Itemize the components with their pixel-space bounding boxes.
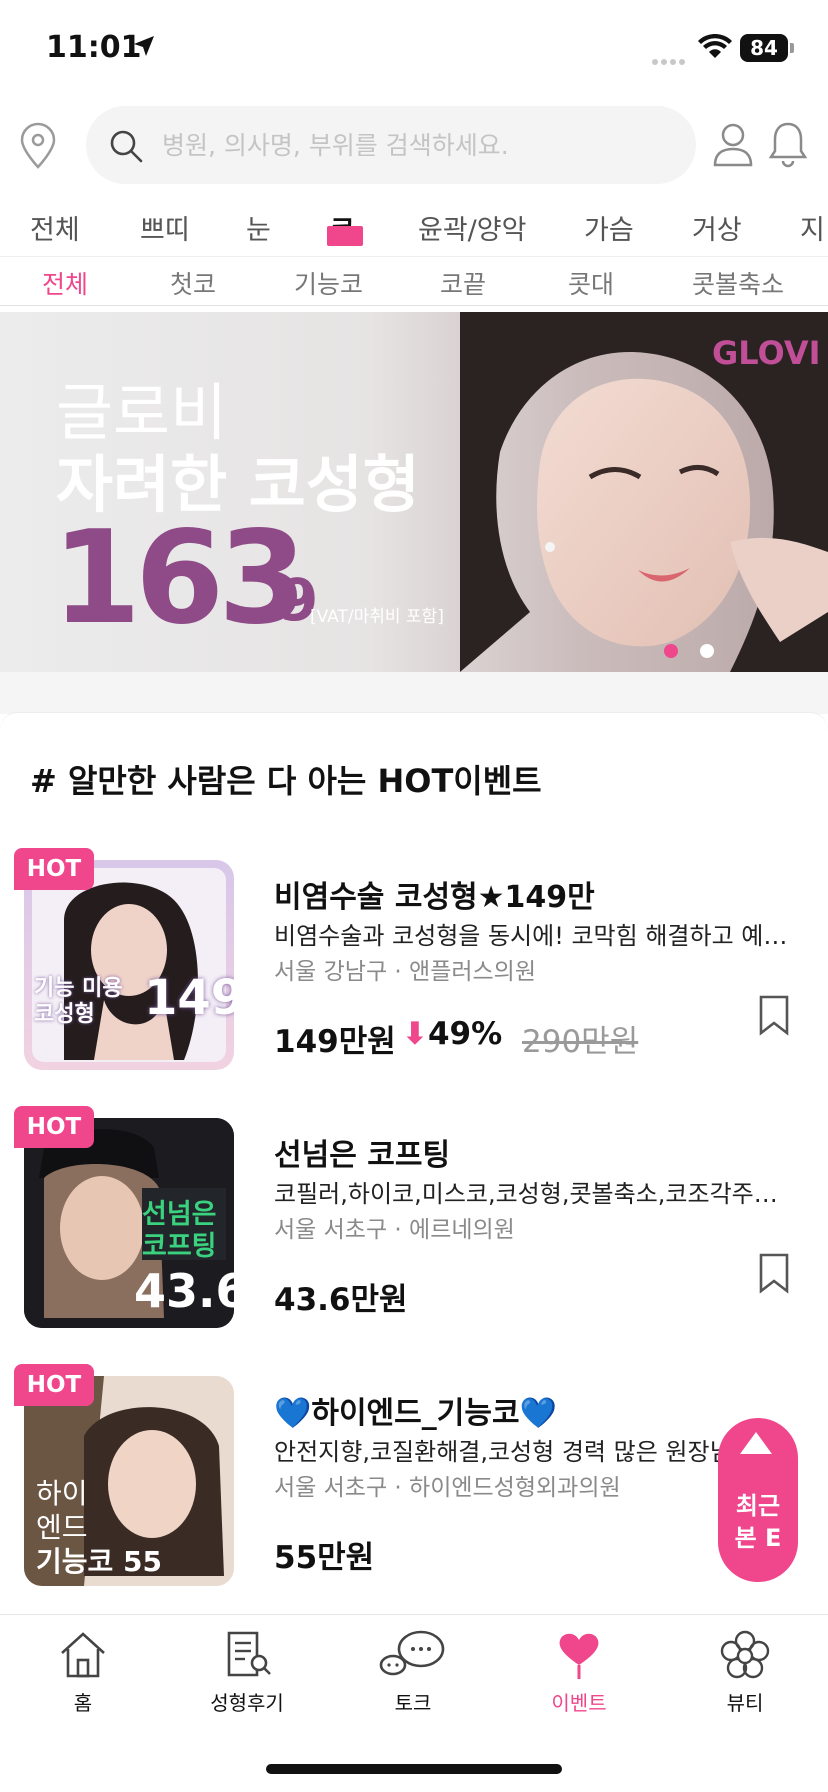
subtab-nose-bridge[interactable]: 콧대 bbox=[568, 265, 614, 301]
map-pin-icon[interactable] bbox=[18, 122, 58, 170]
section-divider bbox=[0, 672, 828, 714]
section-title: # 알만한 사람은 다 아는 HOT이벤트 bbox=[30, 762, 542, 800]
nav-talk[interactable]: 토크 bbox=[348, 1629, 478, 1716]
event-card-top bbox=[0, 712, 828, 752]
search-bar[interactable] bbox=[86, 106, 696, 184]
tab-more[interactable]: 지 bbox=[800, 208, 825, 247]
event-price: 43.6만원 bbox=[274, 1282, 408, 1318]
thumb-text-3: 43.6 bbox=[134, 1264, 234, 1318]
nav-event[interactable]: 이벤트 bbox=[514, 1629, 644, 1716]
user-profile-icon[interactable] bbox=[712, 122, 754, 168]
category-tabs: 전체 쁘띠 눈 코 윤곽/양악 가슴 거상 지 bbox=[0, 196, 828, 256]
active-tab-indicator bbox=[327, 226, 363, 246]
event-location: 서울 서초구 · 에르네의원 bbox=[274, 1217, 515, 1243]
status-bar: 11:01 84 bbox=[0, 0, 828, 100]
subtab-first-nose[interactable]: 첫코 bbox=[170, 265, 216, 301]
discount-value: 49% bbox=[427, 1016, 503, 1052]
promo-banner[interactable]: GLOVI 글로비 자려한 코성형 163 .9 [VAT/마취비 포함] bbox=[0, 312, 828, 672]
thumb-text-3: 기능코 55 bbox=[36, 1545, 162, 1578]
cellular-signal-icon bbox=[652, 50, 688, 69]
review-icon bbox=[227, 1631, 271, 1677]
thumb-text-2: 코프팅 bbox=[142, 1231, 217, 1262]
tab-eyes[interactable]: 눈 bbox=[246, 208, 271, 247]
event-item[interactable]: 기능 미용 코성형 149 HOT 비염수술 코성형★149만 비염수술과 코성… bbox=[0, 848, 828, 1070]
event-discount: ⬇49% bbox=[402, 1016, 502, 1052]
nav-talk-label: 토크 bbox=[394, 1691, 432, 1715]
event-item[interactable]: 하이 엔드 기능코 55 HOT 💙하이엔드_기능코💙 안전지향,코질환해결,코… bbox=[0, 1364, 828, 1586]
battery-tip bbox=[790, 43, 794, 53]
nav-home-label: 홈 bbox=[73, 1691, 93, 1715]
nav-event-label: 이벤트 bbox=[551, 1691, 607, 1715]
event-location: 서울 서초구 · 하이엔드성형외과의원 bbox=[274, 1475, 621, 1501]
tab-contour[interactable]: 윤곽/양악 bbox=[418, 208, 526, 247]
recently-viewed-label-2: 본 E bbox=[734, 1524, 782, 1552]
discount-down-arrow-icon: ⬇ bbox=[402, 1016, 428, 1052]
recently-viewed-label-1: 최근 bbox=[735, 1492, 781, 1520]
event-title: 선넘은 코프팅 bbox=[274, 1138, 451, 1173]
nav-reviews-label: 성형후기 bbox=[210, 1691, 284, 1715]
recently-viewed-button[interactable]: 최근 본 E bbox=[718, 1418, 798, 1582]
banner-page-dot-active[interactable] bbox=[664, 644, 678, 658]
hot-badge: HOT bbox=[14, 1106, 94, 1148]
event-thumbnail: 선넘은 코프팅 43.6 bbox=[24, 1118, 234, 1328]
event-description: 안전지향,코질환해결,코성형 경력 많은 원장님께… bbox=[274, 1438, 778, 1466]
home-indicator bbox=[266, 1764, 562, 1774]
hot-badge: HOT bbox=[14, 1364, 94, 1406]
nav-reviews[interactable]: 성형후기 bbox=[182, 1629, 312, 1716]
event-description: 비염수술과 코성형을 동시에! 코막힘 해결하고 예… bbox=[274, 922, 788, 950]
tab-breast[interactable]: 가슴 bbox=[584, 208, 634, 247]
wifi-icon bbox=[698, 34, 732, 58]
event-thumbnail: 하이 엔드 기능코 55 bbox=[24, 1376, 234, 1586]
tab-petit[interactable]: 쁘띠 bbox=[140, 208, 190, 247]
scroll-up-icon[interactable] bbox=[740, 1432, 772, 1454]
event-title: 비염수술 코성형★149만 bbox=[274, 880, 595, 915]
notification-bell-icon[interactable] bbox=[768, 120, 808, 168]
search-row bbox=[0, 100, 828, 192]
subtab-nose-tip[interactable]: 코끝 bbox=[440, 265, 486, 301]
bookmark-icon[interactable] bbox=[758, 994, 790, 1036]
talk-icon bbox=[379, 1630, 445, 1676]
thumb-text-3: 149 bbox=[144, 970, 234, 1026]
banner-page-dot[interactable] bbox=[700, 644, 714, 658]
search-icon bbox=[110, 130, 143, 163]
subtab-all[interactable]: 전체 bbox=[42, 265, 88, 301]
banner-brand: GLOVI bbox=[712, 334, 821, 372]
sub-category-tabs: 전체 첫코 기능코 코끝 콧대 콧볼축소 bbox=[0, 256, 828, 306]
status-time: 11:01 bbox=[46, 30, 142, 65]
battery-indicator: 84 bbox=[740, 34, 788, 62]
nav-home[interactable]: 홈 bbox=[18, 1629, 148, 1716]
thumb-text-2: 코성형 bbox=[34, 1002, 95, 1027]
location-arrow-icon bbox=[134, 36, 154, 56]
banner-note: [VAT/마취비 포함] bbox=[310, 607, 444, 627]
hot-badge: HOT bbox=[14, 848, 94, 890]
event-price: 149만원 bbox=[274, 1024, 396, 1060]
event-description: 코필러,하이코,미스코,코성형,콧볼축소,코조각주… bbox=[274, 1180, 778, 1208]
event-thumbnail: 기능 미용 코성형 149 bbox=[24, 860, 234, 1070]
search-input[interactable] bbox=[162, 122, 662, 168]
event-heart-icon bbox=[559, 1633, 599, 1679]
home-icon bbox=[61, 1632, 105, 1678]
tab-lifting[interactable]: 거상 bbox=[692, 208, 742, 247]
subtab-functional-nose[interactable]: 기능코 bbox=[294, 265, 363, 301]
event-title: 💙하이엔드_기능코💙 bbox=[274, 1396, 557, 1431]
tab-all[interactable]: 전체 bbox=[30, 208, 80, 247]
nav-beauty-label: 뷰티 bbox=[726, 1691, 764, 1715]
event-item[interactable]: 선넘은 코프팅 43.6 HOT 선넘은 코프팅 코필러,하이코,미스코,코성형… bbox=[0, 1106, 828, 1328]
event-location: 서울 강남구 · 앤플러스의원 bbox=[274, 959, 537, 985]
bookmark-icon[interactable] bbox=[758, 1252, 790, 1294]
event-price: 55만원 bbox=[274, 1540, 375, 1576]
subtab-alar-reduction[interactable]: 콧볼축소 bbox=[692, 265, 784, 301]
beauty-flower-icon bbox=[720, 1630, 770, 1679]
nav-beauty[interactable]: 뷰티 bbox=[680, 1629, 810, 1716]
event-original-price: 290만원 bbox=[522, 1024, 639, 1060]
